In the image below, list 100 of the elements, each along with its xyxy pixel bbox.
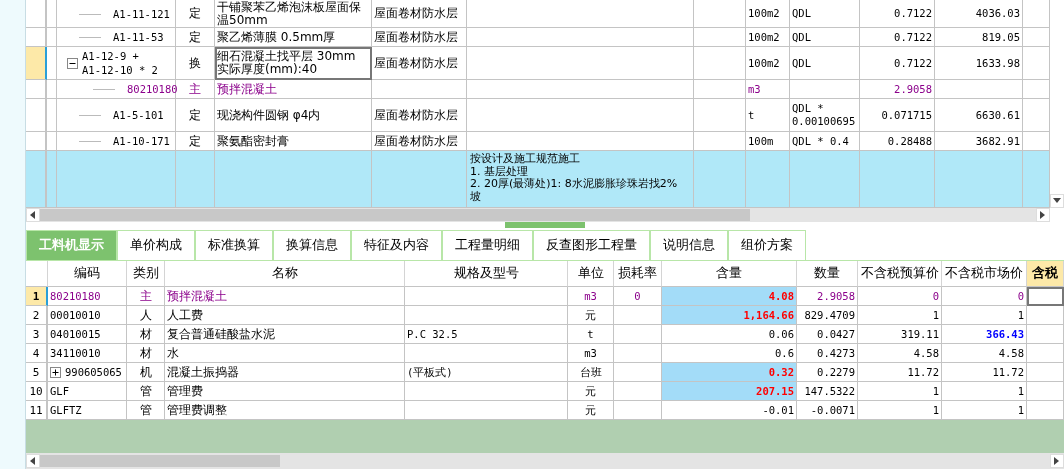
column-header[interactable]: 不含税预算价 [858, 261, 942, 287]
table-cell: 元 [568, 382, 614, 401]
splitter-handle[interactable] [505, 222, 585, 228]
code-text: A1-12-9 + A1-12-10 * 2 [82, 49, 159, 77]
table-cell: 4.08 [662, 287, 797, 306]
scroll-left-button[interactable] [26, 454, 40, 468]
table-cell: 机 [127, 363, 165, 382]
down-arrow-icon [1053, 198, 1061, 204]
scroll-right-button[interactable] [1050, 454, 1064, 468]
tab[interactable]: 组价方案 [728, 230, 806, 260]
column-header[interactable]: 含量 [662, 261, 797, 287]
table-cell: 人 [127, 306, 165, 325]
scroll-right-button[interactable] [1036, 208, 1050, 222]
column-header[interactable]: 名称 [165, 261, 405, 287]
table-cell: 0 [858, 287, 942, 306]
table-cell: 0.4273 [797, 344, 858, 363]
table-cell: 台班 [568, 363, 614, 382]
table-cell: 1 [942, 382, 1027, 401]
row-number[interactable]: 3 [26, 325, 48, 344]
row-indicator[interactable] [26, 47, 47, 80]
tab[interactable]: 标准换算 [195, 230, 273, 260]
column-header[interactable]: 数量 [797, 261, 858, 287]
code-text: 34110010 [50, 346, 101, 360]
row-number[interactable]: 11 [26, 401, 48, 420]
table-cell: 混凝土振捣器 [165, 363, 405, 382]
table-cell: m3 [568, 287, 614, 306]
table-cell: 材 [127, 344, 165, 363]
table-cell: 4.58 [942, 344, 1027, 363]
table-cell: 2.9058 [797, 287, 858, 306]
code-text: 80210180 [127, 82, 178, 96]
code-text: 04010015 [50, 327, 101, 341]
table-cell: 0.06 [662, 325, 797, 344]
table-cell: t [568, 325, 614, 344]
table-cell: 0 [942, 287, 1027, 306]
code-text: GLFTZ [50, 403, 82, 417]
left-arrow-icon [30, 211, 36, 219]
code-text: A1-5-101 [113, 108, 164, 122]
column-header[interactable]: 单位 [568, 261, 614, 287]
table-cell: 4.58 [858, 344, 942, 363]
table-cell: 0.2279 [797, 363, 858, 382]
table-cell: 人工费 [165, 306, 405, 325]
table-cell: 1 [858, 382, 942, 401]
tab[interactable]: 反查图形工程量 [533, 230, 650, 260]
collapse-button[interactable] [67, 57, 78, 69]
table-cell: 元 [568, 306, 614, 325]
table-cell: 材 [127, 325, 165, 344]
table-cell: m3 [568, 344, 614, 363]
row-number[interactable]: 1 [26, 287, 48, 306]
table-cell: 366.43 [942, 325, 1027, 344]
table-cell: 147.5322 [797, 382, 858, 401]
table-cell: 1,164.66 [662, 306, 797, 325]
row-number[interactable]: 10 [26, 382, 48, 401]
table-cell: 11.72 [942, 363, 1027, 382]
column-header[interactable]: 类别 [127, 261, 165, 287]
code-text: 00010010 [50, 308, 101, 322]
table-cell: 主 [127, 287, 165, 306]
code-text: 80210180 [50, 289, 101, 303]
table-cell: (平板式) [405, 363, 568, 382]
table-cell: 1 [858, 306, 942, 325]
table-cell: 管理费 [165, 382, 405, 401]
table-cell: 319.11 [858, 325, 942, 344]
code-text: A1-11-53 [113, 30, 164, 44]
table-cell: 水 [165, 344, 405, 363]
scroll-left-button[interactable] [26, 208, 40, 222]
column-header[interactable]: 规格及型号 [405, 261, 568, 287]
table-cell: 0.32 [662, 363, 797, 382]
table-cell: 细石混凝土找平层 30mm 实际厚度(mm):40 [215, 47, 372, 80]
tab[interactable]: 说明信息 [650, 230, 728, 260]
table-cell: 0.0427 [797, 325, 858, 344]
column-header[interactable]: 编码 [48, 261, 127, 287]
right-arrow-icon [1040, 211, 1046, 219]
table-cell: 复合普通硅酸盐水泥 [165, 325, 405, 344]
left-arrow-icon [30, 457, 36, 465]
table-cell: -0.01 [662, 401, 797, 420]
code-text: A1-10-171 [113, 134, 170, 148]
tab[interactable]: 工程量明细 [442, 230, 533, 260]
table-cell: 管 [127, 382, 165, 401]
column-header[interactable]: 含税 [1027, 261, 1064, 287]
tab[interactable]: 特征及内容 [351, 230, 442, 260]
right-arrow-icon [1054, 457, 1060, 465]
column-header[interactable]: 不含税市场价 [942, 261, 1027, 287]
table-cell: 829.4709 [797, 306, 858, 325]
row-number[interactable]: 2 [26, 306, 48, 325]
tab[interactable]: 单价构成 [117, 230, 195, 260]
table-cell: P.C 32.5 [405, 325, 568, 344]
row-number[interactable]: 4 [26, 344, 48, 363]
column-header[interactable]: 损耗率 [614, 261, 662, 287]
table-cell: 11.72 [858, 363, 942, 382]
scroll-down-button[interactable] [1050, 194, 1064, 208]
code-text: 990605065 [65, 365, 122, 379]
expand-button[interactable] [50, 366, 61, 378]
row-number[interactable]: 5 [26, 363, 48, 382]
code-text: A1-11-121 [113, 6, 170, 21]
table-cell: 0.6 [662, 344, 797, 363]
table-cell: 1 [942, 306, 1027, 325]
tab[interactable]: 换算信息 [273, 230, 351, 260]
table-cell: 207.15 [662, 382, 797, 401]
table-cell: 聚乙烯薄膜 0.5mm厚 [215, 28, 372, 47]
code-text: GLF [50, 384, 69, 398]
table-cell: 预拌混凝土 [165, 287, 405, 306]
